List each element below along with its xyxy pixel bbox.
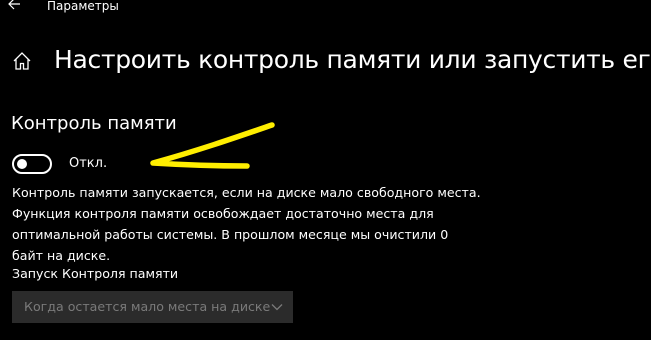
description-line: оптимальной работы системы. В прошлом ме… (12, 227, 449, 242)
description-line: Функция контроля памяти освобождает дост… (12, 206, 434, 221)
home-icon[interactable] (12, 51, 32, 71)
window-title: Параметры (47, 0, 119, 13)
run-schedule-label: Запуск Контроля памяти (12, 266, 179, 281)
storage-sense-toggle[interactable] (12, 154, 52, 174)
run-schedule-selected-value: Когда остается мало места на диске (24, 299, 271, 314)
page-title: Настроить контроль памяти или запустить … (54, 45, 651, 74)
toggle-state-label: Откл. (69, 156, 108, 171)
title-bar: Параметры (0, 0, 651, 16)
storage-sense-description: Контроль памяти запускается, если на дис… (12, 182, 482, 266)
run-schedule-dropdown[interactable]: Когда остается мало места на диске (12, 291, 293, 323)
description-line: байт на диске. (12, 248, 111, 263)
back-arrow-icon[interactable] (6, 0, 22, 12)
chevron-down-icon (271, 304, 283, 311)
description-line: Контроль памяти запускается, если на дис… (12, 185, 481, 200)
section-title-storage-sense: Контроль памяти (11, 113, 177, 134)
toggle-knob (17, 159, 27, 169)
